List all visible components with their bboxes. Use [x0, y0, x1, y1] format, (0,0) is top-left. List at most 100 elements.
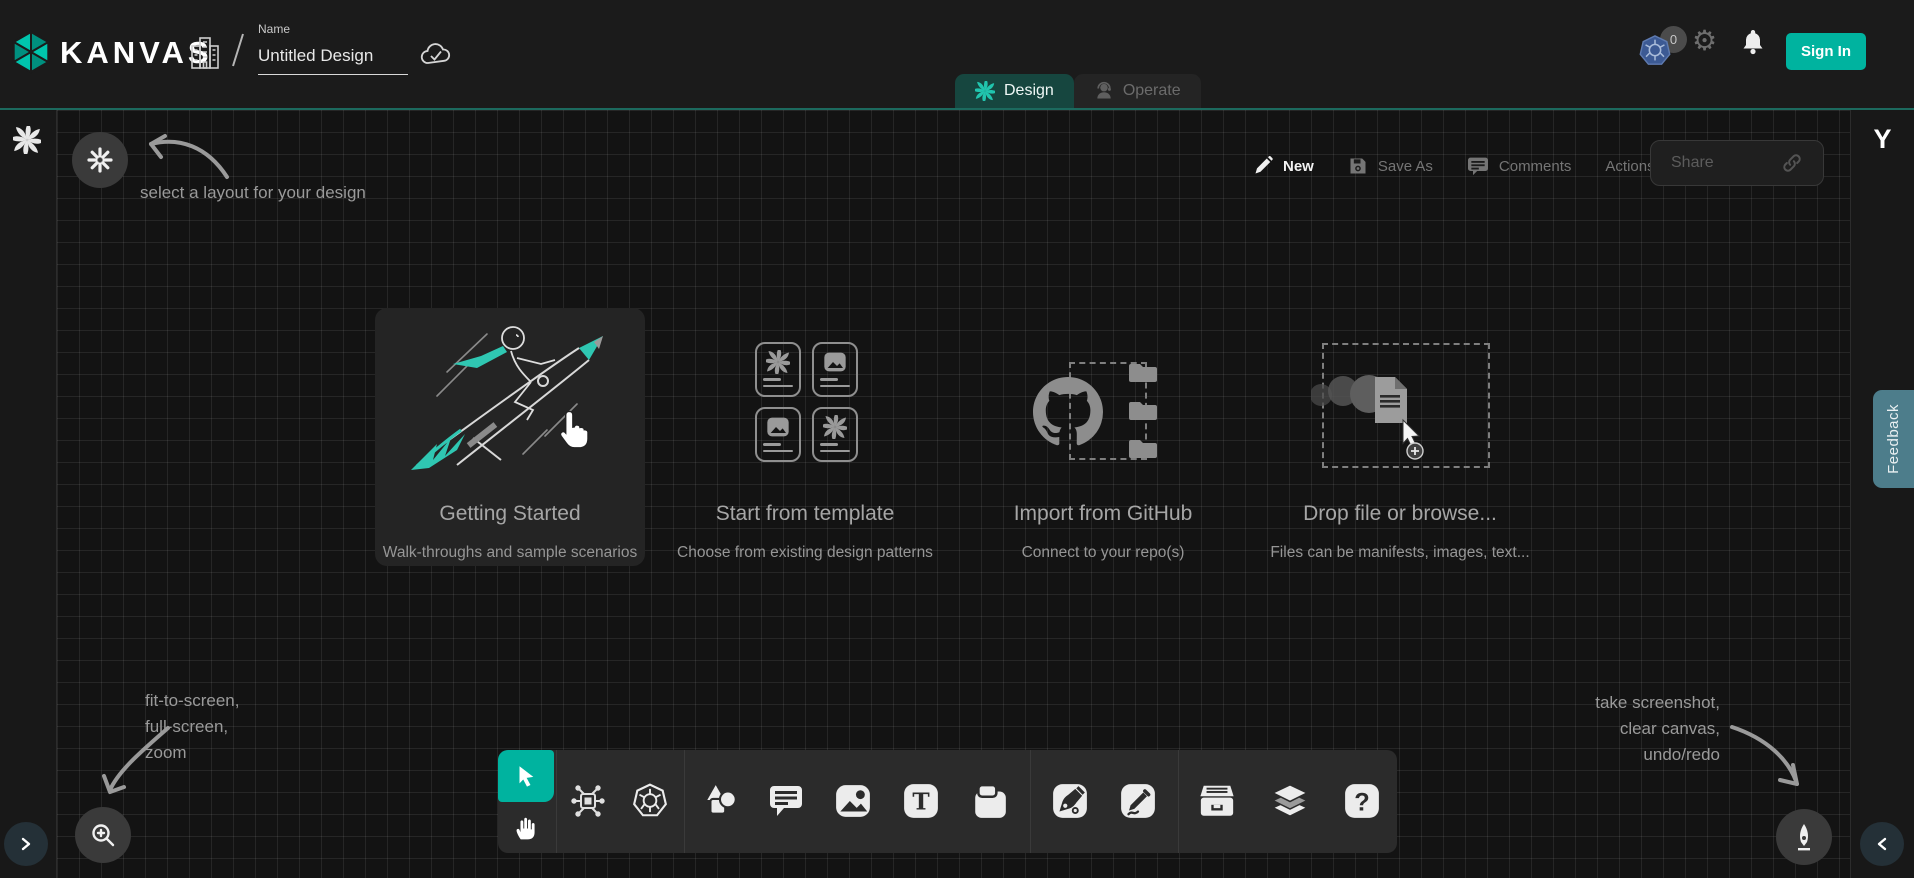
- image-tool-button[interactable]: [834, 782, 872, 820]
- dock-divider: [684, 750, 685, 853]
- dock-divider: [556, 750, 557, 853]
- image-icon: [765, 415, 791, 439]
- tab-design[interactable]: Design: [955, 74, 1074, 108]
- sign-in-button[interactable]: Sign In: [1786, 33, 1866, 70]
- card-subtitle-drop-file: Files can be manifests, images, text...: [1220, 544, 1580, 562]
- card-start-from-template[interactable]: [697, 330, 917, 580]
- svg-text:?: ?: [1354, 789, 1369, 817]
- tab-operate-label: Operate: [1123, 82, 1181, 100]
- kanvas-logo-icon[interactable]: [12, 30, 50, 74]
- expand-left-panel-button[interactable]: [4, 822, 48, 866]
- text-icon: T: [902, 782, 940, 820]
- tool-dock: T: [498, 750, 1397, 853]
- select-tool-button[interactable]: [498, 750, 554, 802]
- kubernetes-tool-button[interactable]: [631, 782, 669, 820]
- card-title-template: Start from template: [645, 502, 965, 526]
- shapes-icon: [702, 782, 740, 820]
- breadcrumb-slash-icon: [230, 30, 246, 70]
- zoom-controls-button[interactable]: [75, 807, 131, 863]
- design-name-field: Name: [258, 22, 408, 75]
- layout-asterisk-icon: [86, 146, 114, 174]
- template-thumb: [755, 342, 801, 397]
- share-label: Share: [1671, 154, 1714, 172]
- comment-bubble-icon: [767, 783, 805, 819]
- image-icon: [822, 350, 848, 374]
- dock-divider: [1030, 750, 1031, 853]
- kubernetes-context-chip[interactable]: 0: [1638, 26, 1696, 70]
- drawer-tool-button[interactable]: [1198, 782, 1236, 820]
- workspace: select a layout for your design New Save…: [0, 108, 1914, 878]
- component-chip-icon: [570, 783, 606, 819]
- feedback-tab[interactable]: Feedback: [1873, 390, 1914, 488]
- magnifier-plus-icon: [89, 821, 117, 849]
- canvas-actions-button[interactable]: [1776, 809, 1832, 865]
- layout-hint-text: select a layout for your design: [140, 180, 366, 206]
- pinwheel-icon: [823, 415, 847, 439]
- shapes-tool-button[interactable]: [702, 782, 740, 820]
- pan-tool-button[interactable]: [498, 802, 554, 853]
- layout-selector-button[interactable]: [72, 132, 128, 188]
- help-tool-button[interactable]: ?: [1343, 782, 1381, 820]
- card-title-getting-started: Getting Started: [350, 502, 670, 526]
- right-rail: Y Feedback: [1850, 110, 1914, 878]
- app-header: KANVAS Name Design: [0, 0, 1914, 108]
- kubernetes-wheel-icon: [631, 782, 669, 820]
- comments-button[interactable]: Comments: [1499, 158, 1572, 175]
- template-thumb: [755, 407, 801, 462]
- zoom-hint-text: fit-to-screen, full-screen, zoom: [145, 688, 239, 766]
- notifications-bell-icon[interactable]: [1741, 28, 1765, 56]
- new-button[interactable]: New: [1283, 158, 1314, 175]
- mode-tabs: Design Operate: [955, 74, 1201, 108]
- kubernetes-icon: [1638, 34, 1672, 68]
- pinwheel-icon: [766, 350, 790, 374]
- pen-tool-button[interactable]: [1051, 782, 1089, 820]
- svg-text:T: T: [912, 788, 930, 815]
- tab-operate[interactable]: Operate: [1074, 74, 1201, 108]
- yaml-panel-toggle[interactable]: Y: [1851, 124, 1914, 155]
- save-as-button[interactable]: Save As: [1378, 158, 1433, 175]
- new-pencil-icon[interactable]: [1253, 156, 1273, 176]
- layers-icon: [1271, 782, 1309, 820]
- feedback-label: Feedback: [1885, 404, 1902, 474]
- canvas-actions-hint-text: take screenshot, clear canvas, undo/redo: [1500, 690, 1720, 768]
- kanvas-app: KANVAS Name Design: [0, 0, 1914, 878]
- save-as-icon[interactable]: [1348, 156, 1368, 176]
- card-getting-started[interactable]: [375, 308, 645, 566]
- card-drop-file[interactable]: [1297, 330, 1517, 580]
- image-icon: [834, 782, 872, 820]
- folder-icon: [1129, 438, 1159, 460]
- settings-icon[interactable]: ⚙: [1692, 27, 1717, 55]
- design-name-input[interactable]: [258, 44, 408, 75]
- rocket-illustration: [395, 318, 625, 483]
- card-title-github: Import from GitHub: [943, 502, 1263, 526]
- sticky-note-icon: [971, 782, 1009, 820]
- tab-design-label: Design: [1004, 82, 1054, 100]
- pencil-tool-button[interactable]: [1119, 782, 1157, 820]
- pen-nib-icon: [1790, 822, 1818, 852]
- card-title-drop-file: Drop file or browse...: [1240, 502, 1560, 526]
- drop-file-illustration: [1311, 365, 1481, 495]
- drawer-icon: [1198, 783, 1236, 819]
- folder-icon: [1129, 362, 1159, 384]
- comments-icon[interactable]: [1467, 156, 1489, 176]
- design-name-label: Name: [258, 22, 408, 36]
- organization-icon[interactable]: [190, 36, 220, 70]
- pointer-hand-cursor-icon: [555, 408, 595, 452]
- meshery-spiral-icon[interactable]: [13, 126, 41, 154]
- text-tool-button[interactable]: T: [902, 782, 940, 820]
- comment-tool-button[interactable]: [767, 782, 805, 820]
- dock-divider: [1178, 750, 1179, 853]
- share-link-icon: [1781, 152, 1803, 174]
- expand-right-panel-button[interactable]: [1860, 822, 1904, 866]
- design-canvas[interactable]: select a layout for your design New Save…: [57, 110, 1850, 878]
- pencil-doodle-icon: [1119, 782, 1157, 820]
- note-tool-button[interactable]: [971, 782, 1009, 820]
- template-thumb: [812, 407, 858, 462]
- layers-tool-button[interactable]: [1271, 782, 1309, 820]
- component-tool-button[interactable]: [569, 782, 607, 820]
- chevron-right-icon: [19, 837, 33, 851]
- share-button[interactable]: Share: [1650, 140, 1824, 186]
- actions-menu-button[interactable]: Actions: [1605, 158, 1654, 175]
- folder-icon: [1129, 400, 1159, 422]
- chevron-left-icon: [1875, 837, 1889, 851]
